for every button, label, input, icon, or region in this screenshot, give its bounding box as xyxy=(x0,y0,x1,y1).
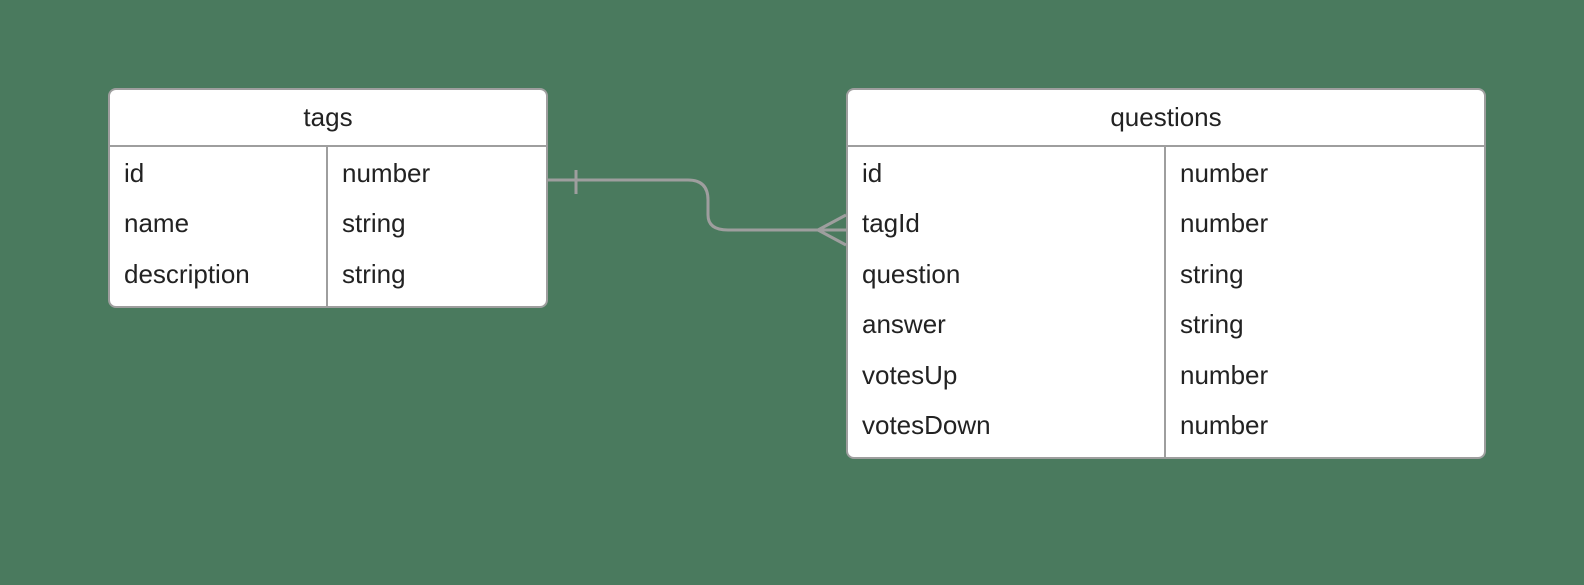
entity-questions-body: id tagId question answer votesUp votesDo… xyxy=(848,147,1484,457)
field-type: string xyxy=(342,256,534,292)
field-type: string xyxy=(342,205,534,241)
field-name: name xyxy=(124,205,314,241)
relation-connector-icon xyxy=(548,170,846,250)
entity-tags-fields-names: id name description xyxy=(110,147,328,306)
entity-tags-fields-types: number string string xyxy=(328,147,546,306)
field-type: number xyxy=(1180,357,1472,393)
field-name: id xyxy=(124,155,314,191)
field-type: string xyxy=(1180,306,1472,342)
entity-tags: tags id name description number string s… xyxy=(108,88,548,308)
entity-questions-fields-types: number number string string number numbe… xyxy=(1166,147,1484,457)
field-name: votesDown xyxy=(862,407,1152,443)
field-name: answer xyxy=(862,306,1152,342)
field-type: number xyxy=(1180,407,1472,443)
field-name: description xyxy=(124,256,314,292)
field-name: votesUp xyxy=(862,357,1152,393)
entity-tags-body: id name description number string string xyxy=(110,147,546,306)
field-type: number xyxy=(1180,155,1472,191)
entity-questions-fields-names: id tagId question answer votesUp votesDo… xyxy=(848,147,1166,457)
field-name: question xyxy=(862,256,1152,292)
field-type: string xyxy=(1180,256,1472,292)
entity-questions: questions id tagId question answer votes… xyxy=(846,88,1486,459)
field-name: id xyxy=(862,155,1152,191)
entity-tags-title: tags xyxy=(110,90,546,147)
field-type: number xyxy=(1180,205,1472,241)
field-type: number xyxy=(342,155,534,191)
entity-questions-title: questions xyxy=(848,90,1484,147)
field-name: tagId xyxy=(862,205,1152,241)
